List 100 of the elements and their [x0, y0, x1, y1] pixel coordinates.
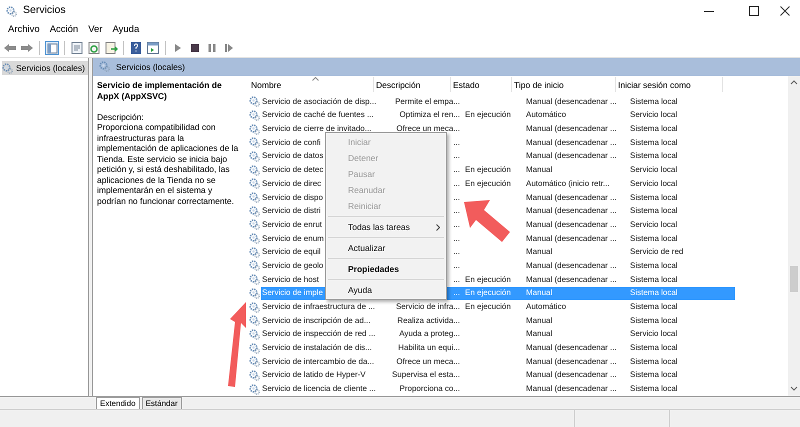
service-gear-icon	[249, 110, 260, 121]
table-cell: Manual (desencadenar ...	[526, 124, 617, 134]
gear-icon	[2, 62, 13, 74]
properties-icon[interactable]	[70, 40, 84, 54]
table-cell: ...	[453, 165, 460, 174]
panel-title: Servicios (locales)	[116, 60, 185, 74]
table-cell: Ayuda a proteg...	[399, 329, 460, 338]
table-cell: Permite el empa...	[395, 96, 460, 106]
table-cell: Sistema local	[630, 206, 678, 216]
table-cell: Manual (desencadenar ...	[526, 138, 617, 147]
menu-item[interactable]: Ayuda	[108, 22, 144, 38]
table-cell: Servicio de infra...	[396, 302, 460, 312]
service-gear-icon	[249, 246, 260, 258]
menu-item[interactable]: Acción	[46, 22, 82, 38]
table-cell: Servicio local	[630, 178, 678, 188]
table-cell: Servicio local	[630, 110, 678, 120]
table-cell: ...	[453, 138, 460, 147]
table-cell: Realiza activida...	[397, 316, 460, 325]
action-pane-icon[interactable]	[146, 40, 160, 54]
minimize-icon	[704, 10, 714, 12]
column-header[interactable]: Iniciar sesión como	[616, 76, 723, 92]
service-gear-icon	[249, 342, 260, 354]
table-cell: Sistema local	[630, 274, 678, 284]
context-menu-item[interactable]: Propiedades	[326, 261, 446, 277]
export-list-icon[interactable]	[104, 40, 118, 54]
column-header[interactable]: Tipo de inicio	[512, 76, 616, 92]
service-gear-icon	[249, 164, 260, 176]
column-header[interactable]: Nombre	[249, 76, 374, 92]
console-tree-icon[interactable]	[45, 40, 59, 54]
service-gear-icon	[249, 274, 260, 286]
scroll-thumb[interactable]	[790, 266, 798, 292]
sort-ascending-icon	[312, 76, 319, 81]
service-gear-icon	[249, 328, 260, 340]
table-cell: Servicio de inscripción de ad...	[262, 316, 370, 325]
table-cell: Manual	[526, 329, 552, 338]
table-cell: Sistema local	[630, 138, 678, 147]
table-cell: Manual (desencadenar ...	[526, 96, 617, 106]
table-cell: Sistema local	[630, 384, 678, 394]
scroll-up-icon[interactable]	[790, 78, 798, 85]
table-cell: Sistema local	[630, 96, 678, 106]
service-gear-icon	[249, 192, 260, 204]
table-cell: Servicio de distri	[262, 206, 321, 216]
maximize-icon	[748, 6, 758, 16]
table-cell: Servicio local	[630, 165, 678, 174]
annotation-arrow	[462, 198, 512, 244]
table-cell: Servicio de licencia de cliente ...	[262, 384, 376, 394]
table-cell: ...	[453, 206, 460, 216]
view-tab[interactable]: Estándar	[142, 397, 182, 409]
column-header[interactable]: Descripción	[374, 76, 451, 92]
context-menu-item[interactable]: Ayuda	[326, 282, 446, 298]
scrollbar[interactable]	[788, 76, 800, 396]
service-title: Servicio de implementación de AppX (AppXSVC)	[97, 80, 223, 102]
table-cell: ...	[453, 247, 460, 256]
table-cell: Manual (desencadenar ...	[526, 192, 617, 202]
refresh-icon[interactable]	[87, 40, 101, 54]
service-gear-icon	[249, 260, 260, 272]
service-gear-icon	[249, 288, 260, 299]
table-cell: Servicio local	[630, 220, 678, 229]
service-gear-icon	[249, 315, 260, 326]
table-cell: Supervisa el esta...	[392, 370, 460, 380]
service-gear-icon	[249, 370, 260, 381]
table-cell: ...	[453, 220, 460, 229]
table-cell: Sistema local	[630, 124, 678, 134]
table-cell: Servicio de enum	[262, 234, 324, 243]
column-header[interactable]: Estado	[451, 76, 512, 92]
table-cell: Servicio de host	[262, 274, 319, 284]
submenu-chevron-icon	[436, 224, 440, 230]
table-cell: Servicio de asociación de disp...	[262, 96, 376, 106]
scroll-down-icon[interactable]	[790, 386, 798, 392]
table-cell: Sistema local	[630, 192, 678, 202]
window-title: Servicios	[23, 3, 66, 18]
table-cell: Servicio de dispo	[262, 192, 323, 202]
table-cell: Manual (desencadenar ...	[526, 260, 617, 270]
help-book-icon[interactable]	[129, 40, 143, 54]
table-cell: Servicio de confi	[262, 138, 321, 147]
table-cell: Sistema local	[630, 316, 678, 325]
table-cell: Manual (desencadenar ...	[526, 274, 617, 284]
context-menu-item[interactable]: Actualizar	[326, 240, 446, 256]
table-cell: Servicio de red	[630, 247, 684, 256]
table-cell: Manual (desencadenar ...	[526, 234, 617, 243]
menu-item[interactable]: Ver	[84, 22, 106, 38]
service-gear-icon	[249, 96, 260, 108]
table-cell: ...	[453, 288, 460, 298]
view-tab[interactable]: Extendido	[96, 397, 140, 409]
context-menu-item[interactable]: Todas las tareas	[326, 219, 446, 235]
service-gear-icon	[249, 356, 260, 368]
table-cell: Automático	[526, 302, 566, 312]
table-cell: Automático	[526, 110, 566, 120]
table-cell: Servicio de imple	[262, 288, 323, 298]
table-cell: Servicio de geolo	[262, 260, 324, 270]
table-cell: Sistema local	[630, 288, 678, 298]
description-text: Proporciona compatibilidad con infraestructuras para la implementación de aplicaciones de la Tienda. Este servicio se inicia bajo petición y, si está deshabilitado, las aplicaciones de la Tienda no se implementarán en el sistema y podrían no funcionar correctamente.	[97, 122, 239, 206]
table-cell: Servicio de caché de fuentes ...	[262, 110, 374, 120]
table-cell: En ejecución	[465, 165, 511, 174]
service-gear-icon	[249, 384, 260, 395]
app-gear-icon	[6, 6, 17, 16]
table-cell: Optimiza el ren...	[400, 110, 460, 120]
service-gear-icon	[249, 178, 260, 190]
tree-item[interactable]: Servicios (locales)	[2, 61, 88, 75]
menu-item[interactable]: Archivo	[4, 22, 44, 38]
